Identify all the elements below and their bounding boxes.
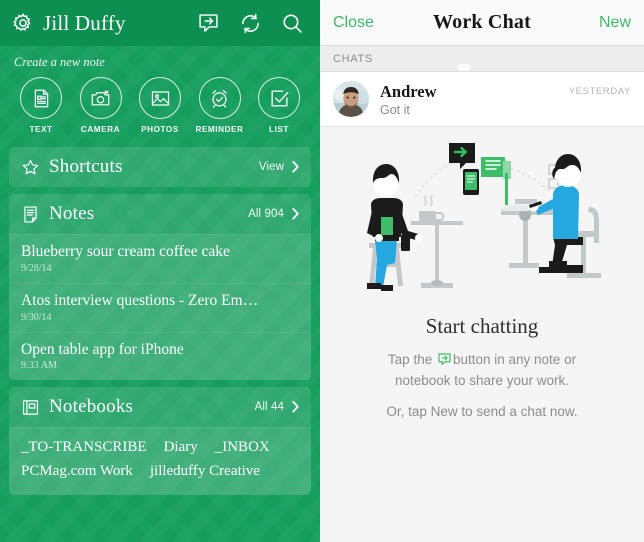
search-icon[interactable]: [281, 12, 304, 35]
note-page-icon: [21, 205, 40, 224]
shortcuts-title: Shortcuts: [49, 156, 123, 177]
topbar-icon-group: [197, 12, 308, 35]
evernote-home-panel: Jill Duffy Create a new note TEXT CAMERA…: [0, 0, 320, 542]
notebooks-row: _TO-TRANSCRIBE Diary _INBOX: [21, 436, 299, 459]
chats-section-label: CHATS: [333, 52, 373, 65]
empty-state-title: Start chatting: [425, 314, 539, 338]
chevron-right-icon: [291, 400, 300, 414]
empty-state: Start chatting Tap the button in any not…: [320, 127, 644, 542]
create-list-label: LIST: [269, 125, 289, 134]
shortcuts-action[interactable]: View: [259, 160, 300, 174]
empty-state-instructions: Tap the button in any note or notebook t…: [388, 350, 576, 392]
create-note-label: Create a new note: [14, 55, 105, 69]
share-chat-icon: [437, 352, 452, 367]
close-button[interactable]: Close: [333, 14, 374, 32]
notebooks-header[interactable]: Notebooks All 44: [9, 387, 311, 427]
instruction-after-icon: button in any note or: [452, 352, 577, 367]
left-topbar: Jill Duffy: [0, 0, 320, 46]
notes-action[interactable]: All 904: [248, 207, 300, 221]
notebooks-title: Notebooks: [49, 396, 134, 418]
camera-icon: [79, 77, 122, 119]
list-item[interactable]: PCMag.com Work: [21, 460, 133, 483]
create-camera-button[interactable]: CAMERA: [74, 77, 128, 134]
reminder-alarm-icon: [198, 77, 241, 119]
create-photos-label: PHOTOS: [141, 125, 179, 134]
note-date: 9/28/14: [21, 262, 52, 274]
create-reminder-button[interactable]: REMINDER: [193, 77, 247, 134]
chevron-right-icon: [291, 160, 300, 174]
table-row[interactable]: Blueberry sour cream coffee cake 9/28/14: [9, 235, 311, 283]
user-name: Jill Duffy: [43, 10, 126, 35]
shortcuts-card[interactable]: Shortcuts View: [9, 147, 311, 187]
list-item[interactable]: _INBOX: [215, 436, 270, 459]
note-date: 9/30/14: [21, 311, 52, 323]
list-item[interactable]: Diary: [164, 436, 198, 459]
list-item[interactable]: jilleduffy Creative: [150, 460, 260, 483]
notebooks-card: Notebooks All 44 _TO-TRANSCRIBE Diary _I…: [9, 387, 311, 495]
share-chat-icon[interactable]: [197, 12, 220, 35]
app-screen: Jill Duffy Create a new note TEXT CAMERA…: [0, 0, 644, 542]
notes-card: Notes All 904 Blueberry sour cream coffe…: [9, 194, 311, 381]
create-reminder-label: REMINDER: [195, 125, 244, 134]
chats-section-header: CHATS: [320, 46, 644, 72]
instruction-line2: notebook to share your work.: [394, 372, 570, 388]
sync-icon[interactable]: [239, 12, 262, 35]
note-date: 9:33 AM: [21, 360, 57, 372]
work-chat-navbar: Close Work Chat New: [320, 0, 644, 46]
gear-icon[interactable]: [12, 12, 34, 34]
instruction-before-icon: Tap the: [387, 352, 433, 367]
empty-state-secondary: Or, tap New to send a chat now.: [386, 403, 578, 419]
photos-icon: [139, 77, 181, 119]
notebooks-action[interactable]: All 44: [255, 400, 300, 414]
shortcuts-header[interactable]: Shortcuts View: [9, 147, 311, 187]
work-chat-panel: Close Work Chat New CHATS Andrew Got it …: [320, 0, 644, 542]
chat-name: Andrew: [380, 81, 437, 101]
new-chat-button[interactable]: New: [599, 14, 631, 32]
list-checkbox-icon: [258, 77, 300, 119]
avatar: [333, 81, 369, 117]
chat-meta: Andrew Got it: [380, 82, 437, 117]
text-note-icon: [20, 77, 62, 119]
create-note-row: TEXT CAMERA PHOTOS REMINDER LIST: [0, 75, 320, 140]
create-photos-button[interactable]: PHOTOS: [133, 77, 187, 134]
chat-snippet: Got it: [380, 102, 410, 117]
note-title: Atos interview questions - Zero Em…: [21, 291, 259, 309]
create-text-label: TEXT: [29, 125, 53, 134]
note-title: Open table app for iPhone: [21, 340, 184, 358]
table-row[interactable]: Atos interview questions - Zero Em… 9/30…: [9, 283, 311, 332]
notes-header[interactable]: Notes All 904: [9, 194, 311, 234]
create-camera-label: CAMERA: [80, 125, 121, 134]
notebook-icon: [21, 398, 40, 417]
note-title: Blueberry sour cream coffee cake: [21, 243, 230, 260]
two-people-sharing-notes-illustration: [353, 139, 611, 307]
list-item[interactable]: _TO-TRANSCRIBE: [21, 436, 147, 459]
chat-timestamp: YESTERDAY: [568, 86, 631, 97]
notebooks-list: _TO-TRANSCRIBE Diary _INBOX PCMag.com Wo…: [9, 428, 311, 495]
chevron-right-icon: [291, 207, 300, 221]
star-icon: [21, 158, 40, 177]
notebooks-action-label: All 44: [254, 401, 284, 414]
scroll-nub: [458, 64, 470, 71]
list-item[interactable]: Andrew Got it YESTERDAY: [320, 72, 644, 127]
shortcuts-action-label: View: [258, 161, 284, 173]
create-list-button[interactable]: LIST: [252, 77, 306, 134]
notes-title: Notes: [49, 203, 95, 224]
notes-action-label: All 904: [248, 208, 284, 220]
table-row[interactable]: Open table app for iPhone 9:33 AM: [9, 332, 311, 381]
create-text-button[interactable]: TEXT: [14, 77, 68, 134]
notebooks-row: PCMag.com Work jilleduffy Creative: [21, 460, 299, 483]
